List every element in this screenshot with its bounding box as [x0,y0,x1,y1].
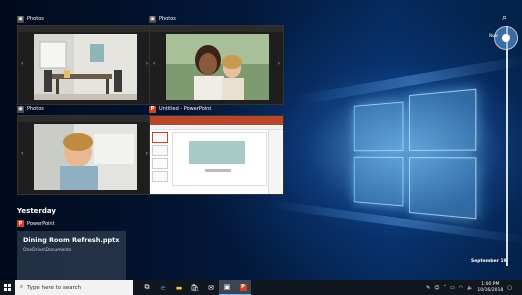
window-title: Photos [27,16,44,22]
prev-arrow-icon: ‹ [21,60,24,67]
windows-logo-wallpaper [353,88,479,220]
child-photo [34,124,137,190]
task-view-window-photos-2[interactable]: ▣ Photos ‹ › [149,13,284,105]
activity-path: OneDrive\Documents [23,248,72,253]
next-arrow-icon: › [277,60,280,67]
photos-app-icon: ▣ [149,15,156,23]
system-tray: ✎ ☺ ˄ ▭ ◠ 🔈 1:00 PM 10/16/2018 ▢ [426,280,522,295]
prev-arrow-icon: ‹ [153,60,156,67]
action-center-icon[interactable]: ▢ [507,285,512,291]
window-title: Photos [159,16,176,22]
next-arrow-icon: › [145,60,148,67]
timeline-scrollbar[interactable] [506,26,508,266]
store-icon[interactable]: 🛍 [187,280,203,295]
timeline-search-icon[interactable]: ⌕ [502,13,507,23]
slide-canvas [172,132,267,186]
chevron-up-icon[interactable]: ˄ [443,285,446,291]
powerpoint-taskbar-icon[interactable]: P [235,280,251,295]
clock[interactable]: 1:00 PM 10/16/2018 [477,282,503,294]
task-view-icon[interactable]: ⧉ [139,280,155,295]
task-view-window-photos-3[interactable]: ▣ Photos ‹ › [17,103,152,195]
file-explorer-icon[interactable]: ▬ [171,280,187,295]
search-placeholder: Type here to search [27,284,82,291]
next-arrow-icon: › [145,150,148,157]
window-title: Untitled - PowerPoint [159,106,212,112]
photos-app-icon: ▣ [17,15,24,23]
prev-arrow-icon: ‹ [21,150,24,157]
powerpoint-icon: P [17,220,24,227]
activity-title: Dining Room Refresh.pptx [23,236,120,244]
activity-card[interactable]: Dining Room Refresh.pptx OneDrive\Docume… [17,231,126,280]
activity-app-label: P PowerPoint [17,220,55,227]
wifi-icon[interactable]: ◠ [459,285,463,291]
powerpoint-app-icon: P [149,105,156,113]
slide-thumbnails [152,132,168,184]
volume-icon[interactable]: 🔈 [467,285,473,291]
timeline-scroll-handle[interactable] [494,26,518,50]
people-icon[interactable]: ☺ [434,285,439,291]
taskbar: ⌕ Type here to search ⧉ e ▬ 🛍 ✉ ▣ P ✎ ☺ … [0,280,522,295]
mail-icon[interactable]: ✉ [203,280,219,295]
task-view-window-photos-1[interactable]: ▣ Photos ‹ › [17,13,152,105]
search-icon: ⌕ [20,284,24,290]
taskbar-search-box[interactable]: ⌕ Type here to search [15,280,133,295]
network-icon[interactable]: ▭ [450,285,455,291]
timeline-section-heading: Yesterday [17,207,56,215]
photos-taskbar-icon[interactable]: ▣ [219,280,235,295]
edge-icon[interactable]: e [155,280,171,295]
start-button[interactable] [0,280,15,295]
pen-icon[interactable]: ✎ [426,285,430,291]
photos-app-icon: ▣ [17,105,24,113]
timeline-now-label: Now [489,33,498,38]
window-title: Photos [27,106,44,112]
task-view-window-powerpoint[interactable]: P Untitled - PowerPoint [149,103,284,195]
dining-room-photo [34,34,137,100]
family-photo [166,34,269,100]
windows-start-icon [4,284,11,291]
timeline-date-label: September 19 [471,259,507,264]
